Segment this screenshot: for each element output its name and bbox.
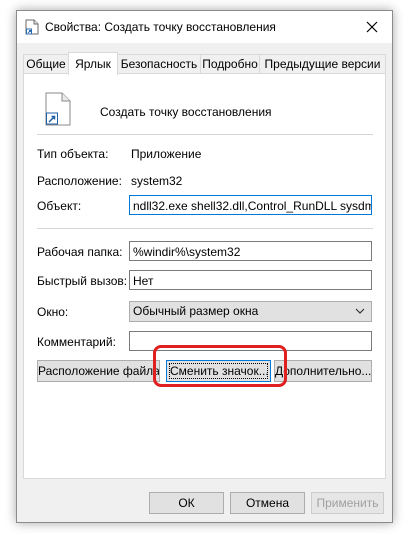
window-state-select[interactable]: Обычный размер окна [129,301,372,322]
window-state-label: Окно: [37,305,69,319]
location-value: system32 [131,174,183,188]
workdir-label: Рабочая папка: [37,245,123,259]
advanced-button[interactable]: Дополнительно... [274,360,372,382]
tab-previous-versions[interactable]: Предыдущие версии [259,54,386,74]
properties-dialog: Свойства: Создать точку восстановления О… [16,10,393,523]
close-button[interactable] [352,11,392,43]
window-title: Свойства: Создать точку восстановления [45,20,276,34]
annotation-highlight [153,345,287,387]
tab-security[interactable]: Безопасность [117,54,201,74]
shortcut-name: Создать точку восстановления [100,105,272,119]
shortcut-file-icon [44,92,72,126]
type-label: Тип объекта: [37,147,109,161]
title-bar: Свойства: Создать точку восстановления [17,11,392,43]
workdir-field[interactable]: %windir%\system32 [129,241,372,261]
tab-shortcut[interactable]: Ярлык [68,52,118,75]
ok-button[interactable]: ОК [149,492,224,514]
window-state-value: Обычный размер окна [133,304,259,318]
location-label: Расположение: [37,174,122,188]
target-label: Объект: [37,199,82,213]
apply-button[interactable]: Применить [311,492,384,514]
tab-details[interactable]: Подробно [200,54,260,74]
shortcut-file-icon [25,19,39,35]
hotkey-label: Быстрый вызов: [37,274,128,288]
close-icon [366,21,378,33]
open-file-location-button[interactable]: Расположение файла [37,360,160,382]
chevron-down-icon [355,308,365,314]
tab-general[interactable]: Общие [23,54,69,74]
hotkey-field[interactable]: Нет [129,270,372,290]
tab-strip: Общие Ярлык Безопасность Подробно Предыд… [23,52,386,75]
cancel-button[interactable]: Отмена [230,492,305,514]
shortcut-tab-panel: Создать точку восстановления Тип объекта… [23,73,386,479]
comment-label: Комментарий: [37,335,116,349]
type-value: Приложение [131,147,202,161]
separator [37,134,373,135]
separator [37,228,373,229]
target-field[interactable]: ndll32.exe shell32.dll,Control_RunDLL sy… [129,195,372,215]
